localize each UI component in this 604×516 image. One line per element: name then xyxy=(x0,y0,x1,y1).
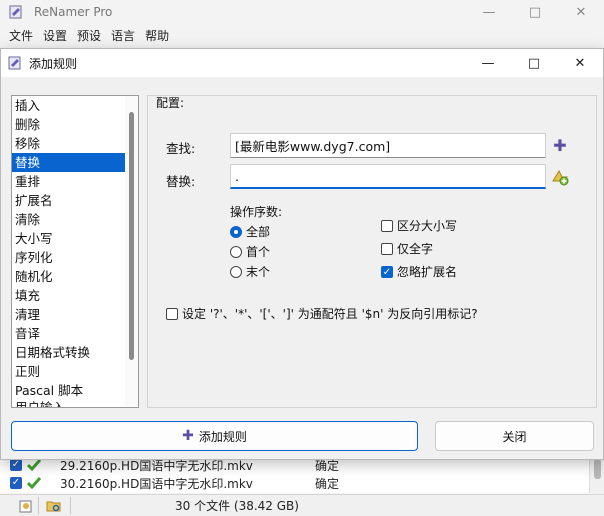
skip-extension-checkbox[interactable]: ✓ 忽略扩展名 xyxy=(381,263,457,280)
rule-item-rearrange[interactable]: 重排 xyxy=(12,172,138,191)
checkbox-indicator xyxy=(381,219,393,232)
checkbox-indicator xyxy=(381,242,393,255)
green-check-icon xyxy=(27,459,41,472)
wildcards-checkbox[interactable]: 设定 '?'、'*'、'['、']' 为通配符且 '$n' 为反向引用标记? xyxy=(166,305,478,322)
find-input[interactable]: [最新电影www.dyg7.com] xyxy=(230,133,546,158)
case-sensitive-label: 区分大小写 xyxy=(397,219,458,233)
add-rule-dialog: 添加规则 — □ ✕ 插入 删除 移除 替换 重排 扩展名 清除 大小写 序列化… xyxy=(0,48,604,460)
file-name: 30.2160p.HD国语中字无水印.mkv xyxy=(60,476,253,491)
rule-item-user-input[interactable]: 用户输入 xyxy=(15,397,65,407)
dialog-title: 添加规则 xyxy=(29,56,78,71)
plus-icon: ✚ xyxy=(182,428,194,444)
occurrence-first-label: 首个 xyxy=(246,245,271,259)
main-menubar: 文件 设置 预设 语言 帮助 xyxy=(0,24,604,46)
main-maximize-button[interactable]: □ xyxy=(512,0,558,24)
add-rule-button[interactable]: ✚ 添加规则 xyxy=(11,421,418,451)
rule-item-translit[interactable]: 音译 xyxy=(12,324,138,343)
radio-indicator xyxy=(230,245,242,258)
file-row[interactable]: ✓ 30.2160p.HD国语中字无水印.mkv 确定 xyxy=(0,474,604,492)
whole-words-checkbox[interactable]: 仅全字 xyxy=(381,240,433,257)
close-button-label: 关闭 xyxy=(502,429,527,444)
config-label: 配置: xyxy=(156,96,185,110)
rule-item-cleanup[interactable]: 清理 xyxy=(12,305,138,324)
add-meta-tag-icon[interactable]: ✚ xyxy=(553,138,567,154)
replace-input[interactable]: . xyxy=(230,164,546,189)
rule-item-reformat-date[interactable]: 日期格式转换 xyxy=(12,343,138,362)
green-check-icon xyxy=(27,477,41,490)
insert-meta-tag-icon[interactable] xyxy=(551,168,569,186)
replace-label: 替换: xyxy=(166,174,196,189)
file-state: 确定 xyxy=(315,476,340,491)
main-close-button[interactable]: ✕ xyxy=(558,0,604,24)
config-panel: 配置: 查找: [最新电影www.dyg7.com] ✚ 替换: . 操作序数:… xyxy=(147,95,597,408)
main-titlebar: ReNamer Pro — □ ✕ xyxy=(0,0,604,24)
occurrence-last-radio[interactable]: 末个 xyxy=(230,263,270,280)
rule-item-randomize[interactable]: 随机化 xyxy=(12,267,138,286)
file-list-scrollbar[interactable] xyxy=(589,455,604,493)
find-label: 查找: xyxy=(166,141,196,156)
rule-list[interactable]: 插入 删除 移除 替换 重排 扩展名 清除 大小写 序列化 随机化 填充 清理 … xyxy=(11,95,139,408)
folder-search-icon[interactable] xyxy=(46,498,62,514)
dialog-minimize-button[interactable]: — xyxy=(465,49,511,77)
menu-file[interactable]: 文件 xyxy=(4,27,38,44)
menu-help[interactable]: 帮助 xyxy=(140,27,174,44)
occurrence-all-radio[interactable]: 全部 xyxy=(230,223,270,240)
skip-extension-label: 忽略扩展名 xyxy=(397,265,458,279)
main-window-title: ReNamer Pro xyxy=(34,5,113,19)
file-checkbox[interactable]: ✓ xyxy=(10,459,22,471)
occurrences-title: 操作序数: xyxy=(230,205,283,219)
occurrence-last-label: 末个 xyxy=(246,265,271,279)
menu-language[interactable]: 语言 xyxy=(106,27,140,44)
rule-item-serialize[interactable]: 序列化 xyxy=(12,248,138,267)
status-bar: 30 个文件 (38.42 GB) xyxy=(0,494,604,516)
dialog-titlebar: 添加规则 — □ ✕ xyxy=(1,49,603,77)
dialog-close-button[interactable]: ✕ xyxy=(557,49,603,77)
add-rule-button-label: 添加规则 xyxy=(198,429,247,444)
radio-indicator xyxy=(230,265,242,278)
rule-item-regex[interactable]: 正则 xyxy=(12,362,138,381)
file-list: ✓ 29.2160p.HD国语中字无水印.mkv 确定 ✓ 30.2160p.H… xyxy=(0,455,604,493)
menu-settings[interactable]: 设置 xyxy=(38,27,72,44)
close-button[interactable]: 关闭 xyxy=(435,421,594,451)
whole-words-label: 仅全字 xyxy=(397,242,434,256)
tag-icon[interactable] xyxy=(18,498,34,514)
rule-list-scrollbar[interactable] xyxy=(125,96,138,407)
renamer-app-icon xyxy=(8,56,21,70)
occurrence-first-radio[interactable]: 首个 xyxy=(230,243,270,260)
menu-presets[interactable]: 预设 xyxy=(72,27,106,44)
radio-indicator xyxy=(230,225,242,238)
rule-item-delete[interactable]: 删除 xyxy=(12,115,138,134)
dialog-maximize-button[interactable]: □ xyxy=(511,49,557,77)
rule-item-remove[interactable]: 移除 xyxy=(12,134,138,153)
main-minimize-button[interactable]: — xyxy=(466,0,512,24)
checkbox-indicator xyxy=(166,307,178,320)
occurrence-all-label: 全部 xyxy=(246,225,271,239)
case-sensitive-checkbox[interactable]: 区分大小写 xyxy=(381,217,457,234)
status-file-count: 30 个文件 (38.42 GB) xyxy=(175,499,299,513)
checkbox-indicator: ✓ xyxy=(381,265,393,278)
rule-item-padding[interactable]: 填充 xyxy=(12,286,138,305)
rule-item-replace[interactable]: 替换 xyxy=(12,153,138,172)
rule-item-strip[interactable]: 清除 xyxy=(12,210,138,229)
wildcards-label: 设定 '?'、'*'、'['、']' 为通配符且 '$n' 为反向引用标记? xyxy=(182,307,478,321)
renamer-app-icon xyxy=(9,5,22,19)
file-checkbox[interactable]: ✓ xyxy=(10,477,22,489)
rule-item-insert[interactable]: 插入 xyxy=(12,96,138,115)
rule-item-case[interactable]: 大小写 xyxy=(12,229,138,248)
rule-item-extension[interactable]: 扩展名 xyxy=(12,191,138,210)
